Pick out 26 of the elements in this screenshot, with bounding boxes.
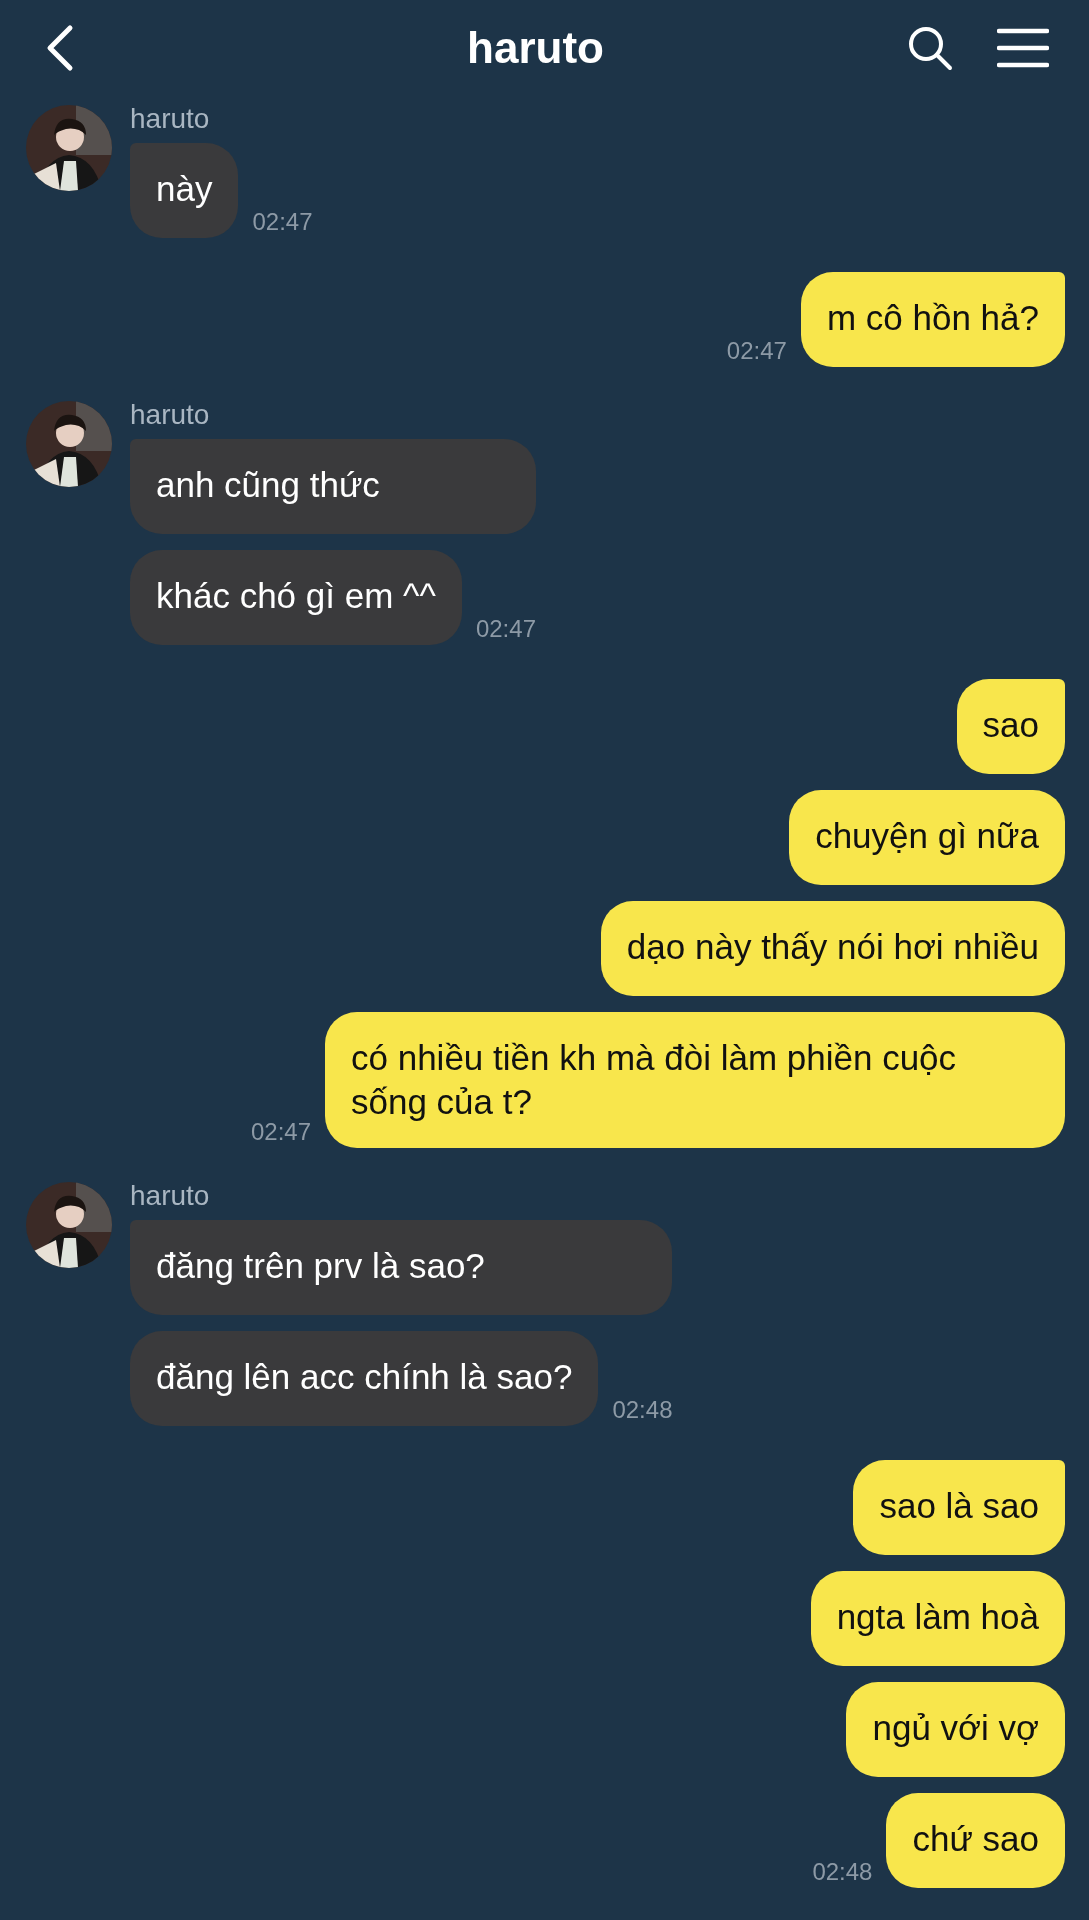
- menu-button[interactable]: [997, 27, 1049, 68]
- message-bubble: chuyện gì nữa: [789, 790, 1065, 885]
- sender-name: haruto: [130, 103, 211, 135]
- message-time: 02:47: [252, 208, 313, 237]
- message-time: 02:47: [475, 615, 536, 644]
- message-time: 02:48: [612, 1396, 673, 1425]
- message-bubble: chứ sao: [886, 1793, 1065, 1888]
- message-bubble: đăng trên prv là sao?: [130, 1220, 673, 1315]
- message-bubble: dạo này thấy nói hơi nhiều: [600, 901, 1065, 996]
- message-time: 02:47: [250, 1118, 311, 1147]
- message-bubble: này: [130, 143, 239, 238]
- message-bubble: sao: [956, 679, 1065, 774]
- sender-name: haruto: [130, 399, 211, 431]
- message-bubble: anh cũng thức: [130, 439, 536, 534]
- message-bubble: m cô hồn hả?: [800, 272, 1065, 367]
- message-bubble: ngta làm hoà: [810, 1571, 1065, 1666]
- message-bubble: sao là sao: [853, 1460, 1065, 1555]
- message-bubble: đăng lên acc chính là sao?: [130, 1331, 599, 1426]
- message-bubble: có nhiều tiền kh mà đòi làm phiền cuộc sống của t?: [325, 1012, 1065, 1148]
- sender-name: haruto: [130, 1180, 211, 1212]
- message-bubble: khác chó gì em ^^: [130, 550, 462, 645]
- message-time: 02:47: [726, 337, 787, 366]
- message-time: 02:48: [812, 1858, 873, 1887]
- chat-title: haruto: [466, 22, 605, 73]
- message-bubble: ngủ với vợ: [846, 1682, 1065, 1777]
- search-button[interactable]: [907, 24, 953, 71]
